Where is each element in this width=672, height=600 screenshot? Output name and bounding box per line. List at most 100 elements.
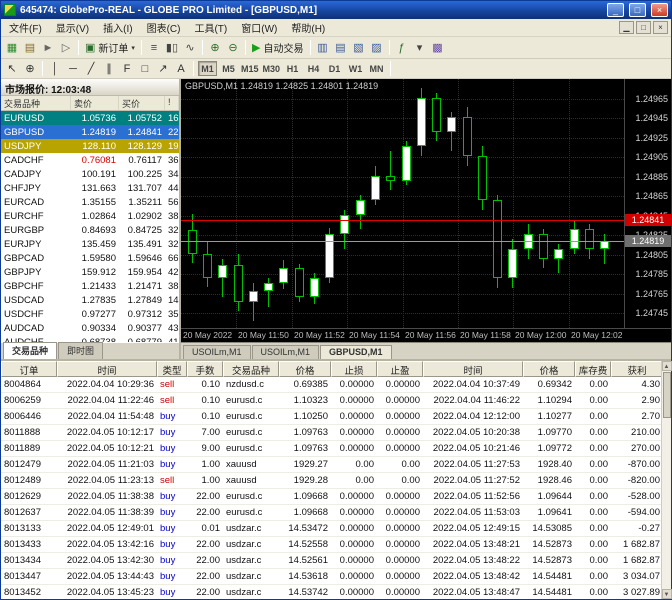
menu-item[interactable]: 工具(T) xyxy=(187,18,234,37)
minimize-button[interactable]: _ xyxy=(607,3,624,17)
table-row[interactable]: 80126372022.04.05 11:38:39buy22.00eurusd… xyxy=(1,505,661,521)
market-row[interactable]: USDCAD1.278351.2784914 xyxy=(1,293,179,307)
table-row[interactable]: 80064462022.04.04 11:54:48buy0.10eurusd.… xyxy=(1,409,661,425)
mdi-minimize-button[interactable]: ▁ xyxy=(619,21,634,34)
market-row[interactable]: USDCHF0.972770.9731235 xyxy=(1,307,179,321)
market-row[interactable]: CHFJPY131.663131.70744 xyxy=(1,181,179,195)
timeframe-button-mn[interactable]: MN xyxy=(367,61,386,76)
close-button[interactable]: × xyxy=(651,3,668,17)
market-watch-column-header[interactable]: 买价 xyxy=(119,96,165,110)
timeframe-button-h1[interactable]: H1 xyxy=(283,61,302,76)
chart-autoscroll-icon[interactable]: ▷ xyxy=(57,39,75,56)
timeframe-button-m30[interactable]: M30 xyxy=(262,61,282,76)
terminal-column-header[interactable]: 订单 xyxy=(1,361,57,377)
market-row[interactable]: EURCHF1.028641.0290238 xyxy=(1,209,179,223)
templates-icon[interactable]: ▩ xyxy=(429,39,447,56)
timeframe-button-m1[interactable]: M1 xyxy=(198,61,217,76)
new-chart-icon[interactable]: ▦ xyxy=(3,39,21,56)
zoom-in-icon[interactable]: ⊕ xyxy=(206,39,224,56)
menu-item[interactable]: 窗口(W) xyxy=(234,18,284,37)
terminal-column-header[interactable]: 时间 xyxy=(57,361,157,377)
market-watch-toggle-icon[interactable]: ▥ xyxy=(314,39,332,56)
market-row[interactable]: EURGBP0.846930.8472532 xyxy=(1,223,179,237)
trendline-icon[interactable]: ╱ xyxy=(82,60,100,77)
terminal-column-header[interactable]: 类型 xyxy=(157,361,187,377)
market-watch-column-header[interactable]: 卖价 xyxy=(71,96,119,110)
table-row[interactable]: 80134342022.04.05 13:42:30buy22.00usdzar… xyxy=(1,553,661,569)
market-row[interactable]: AUDCHF0.687380.6877941 xyxy=(1,335,179,342)
chart-plot[interactable]: GBPUSD,M1 1.24819 1.24825 1.24801 1.2481… xyxy=(181,79,625,328)
vertical-line-icon[interactable]: │ xyxy=(46,60,64,77)
bars-chart-icon[interactable]: ≡ xyxy=(145,39,163,56)
scroll-up-icon[interactable]: ▲ xyxy=(662,361,672,371)
terminal-column-header[interactable]: 库存费 xyxy=(575,361,611,377)
market-row[interactable]: EURJPY135.459135.49132 xyxy=(1,237,179,251)
terminal-scrollbar[interactable]: ▲ ▼ xyxy=(661,361,671,599)
autotrading-button[interactable]: ▶自动交易 xyxy=(249,39,306,56)
table-row[interactable]: 80134522022.04.05 13:45:23buy22.00usdzar… xyxy=(1,585,661,600)
mdi-restore-button[interactable]: □ xyxy=(636,21,651,34)
table-row[interactable]: 80131332022.04.05 12:49:01buy0.01usdzar.… xyxy=(1,521,661,537)
chart-tab[interactable]: USOILm,M1 xyxy=(252,345,320,359)
market-row[interactable]: EURUSD1.057361.0575216 xyxy=(1,111,179,125)
market-row[interactable]: CADCHF0.760810.7611736 xyxy=(1,153,179,167)
text-icon[interactable]: A xyxy=(172,60,190,77)
table-row[interactable]: 80126292022.04.05 11:38:38buy22.00eurusd… xyxy=(1,489,661,505)
zoom-out-icon[interactable]: ⊖ xyxy=(224,39,242,56)
mdi-close-button[interactable]: × xyxy=(653,21,668,34)
horizontal-line-icon[interactable]: ─ xyxy=(64,60,82,77)
terminal-column-header[interactable]: 止损 xyxy=(331,361,377,377)
terminal-column-header[interactable]: 手数 xyxy=(187,361,223,377)
chart-shift-icon[interactable]: ► xyxy=(39,39,57,56)
table-row[interactable]: 80134332022.04.05 13:42:16buy22.00usdzar… xyxy=(1,537,661,553)
navigator-toggle-icon[interactable]: ▧ xyxy=(350,39,368,56)
chart-time-axis[interactable]: 20 May 202220 May 11:5020 May 11:5220 Ma… xyxy=(181,328,625,342)
crosshair-icon[interactable]: ⊕ xyxy=(21,60,39,77)
profiles-icon[interactable]: ▤ xyxy=(21,39,39,56)
terminal-column-header[interactable]: 价格 xyxy=(523,361,575,377)
market-row[interactable]: GBPUSD1.248191.2484122 xyxy=(1,125,179,139)
chart-price-axis[interactable]: 1.249651.249451.249251.249051.248851.248… xyxy=(625,79,671,328)
timeframe-button-d1[interactable]: D1 xyxy=(325,61,344,76)
scrollbar-thumb[interactable] xyxy=(663,372,671,418)
new-order-button[interactable]: ▣新订单▾ xyxy=(82,39,138,56)
menu-item[interactable]: 文件(F) xyxy=(2,18,49,37)
timeframe-button-m15[interactable]: M15 xyxy=(240,61,260,76)
market-watch-column-header[interactable]: ! xyxy=(165,96,179,110)
candles-chart-icon[interactable]: ▮▯ xyxy=(163,39,181,56)
menu-item[interactable]: 图表(C) xyxy=(140,18,188,37)
market-watch-column-header[interactable]: 交易品种 xyxy=(1,96,71,110)
table-row[interactable]: 80118882022.04.05 10:12:17buy7.00eurusd.… xyxy=(1,425,661,441)
scroll-down-icon[interactable]: ▼ xyxy=(662,589,672,599)
fibonacci-icon[interactable]: F xyxy=(118,60,136,77)
market-row[interactable]: GBPCAD1.595801.5964666 xyxy=(1,251,179,265)
terminal-column-header[interactable]: 价格 xyxy=(279,361,331,377)
indicators-icon[interactable]: ƒ xyxy=(393,39,411,56)
menu-item[interactable]: 插入(I) xyxy=(96,18,139,37)
table-row[interactable]: 80048642022.04.04 10:29:36sell0.10nzdusd… xyxy=(1,377,661,393)
chart-tab[interactable]: GBPUSD,M1 xyxy=(320,345,392,359)
chart-tab[interactable]: USOILm,M1 xyxy=(183,345,251,359)
timeframe-button-h4[interactable]: H4 xyxy=(304,61,323,76)
market-row[interactable]: AUDCAD0.903340.9037743 xyxy=(1,321,179,335)
terminal-column-header[interactable]: 时间 xyxy=(423,361,523,377)
arrows-icon[interactable]: ↗ xyxy=(154,60,172,77)
table-row[interactable]: 80118892022.04.05 10:12:21buy9.00eurusd.… xyxy=(1,441,661,457)
table-row[interactable]: 80124892022.04.05 11:23:13sell1.00xauusd… xyxy=(1,473,661,489)
menu-item[interactable]: 显示(V) xyxy=(49,18,96,37)
market-row[interactable]: EURCAD1.351551.3521156 xyxy=(1,195,179,209)
table-row[interactable]: 80134472022.04.05 13:44:43buy22.00usdzar… xyxy=(1,569,661,585)
market-row[interactable]: GBPCHF1.214331.2147138 xyxy=(1,279,179,293)
line-chart-icon[interactable]: ∿ xyxy=(181,39,199,56)
periods-icon[interactable]: ▾ xyxy=(411,39,429,56)
terminal-column-header[interactable]: 获利 xyxy=(611,361,663,377)
data-window-toggle-icon[interactable]: ▤ xyxy=(332,39,350,56)
terminal-column-header[interactable]: 交易品种 xyxy=(223,361,279,377)
market-watch-tab[interactable]: 交易品种 xyxy=(3,342,57,359)
channel-icon[interactable]: ∥ xyxy=(100,60,118,77)
terminal-toggle-icon[interactable]: ▨ xyxy=(368,39,386,56)
market-row[interactable]: USDJPY128.110128.12919 xyxy=(1,139,179,153)
shapes-icon[interactable]: □ xyxy=(136,60,154,77)
cursor-icon[interactable]: ↖ xyxy=(3,60,21,77)
market-row[interactable]: CADJPY100.191100.22534 xyxy=(1,167,179,181)
